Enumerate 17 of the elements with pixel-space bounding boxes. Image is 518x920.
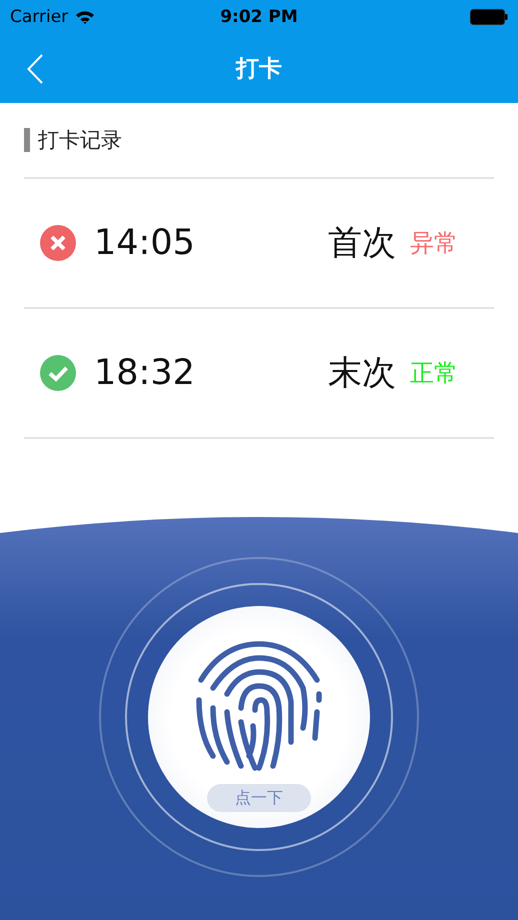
page-title: 打卡 [236, 55, 282, 84]
punch-label: 首次 [328, 222, 396, 265]
battery-icon [470, 9, 508, 25]
section-marker [24, 128, 30, 152]
status-time: 9:02 PM [220, 7, 298, 27]
punch-status: 异常 [410, 228, 458, 259]
punch-time: 14:05 [94, 223, 195, 263]
punch-status: 正常 [410, 358, 458, 389]
section-title: 打卡记录 [38, 127, 122, 154]
error-icon [40, 225, 76, 261]
back-icon[interactable] [27, 54, 43, 84]
punch-label: 末次 [328, 352, 396, 395]
punch-time: 18:32 [94, 353, 195, 393]
check-icon [40, 355, 76, 391]
wifi-icon [75, 10, 96, 24]
carrier-name: Carrier [10, 7, 68, 27]
punch-button[interactable]: 点一下 [207, 784, 311, 812]
